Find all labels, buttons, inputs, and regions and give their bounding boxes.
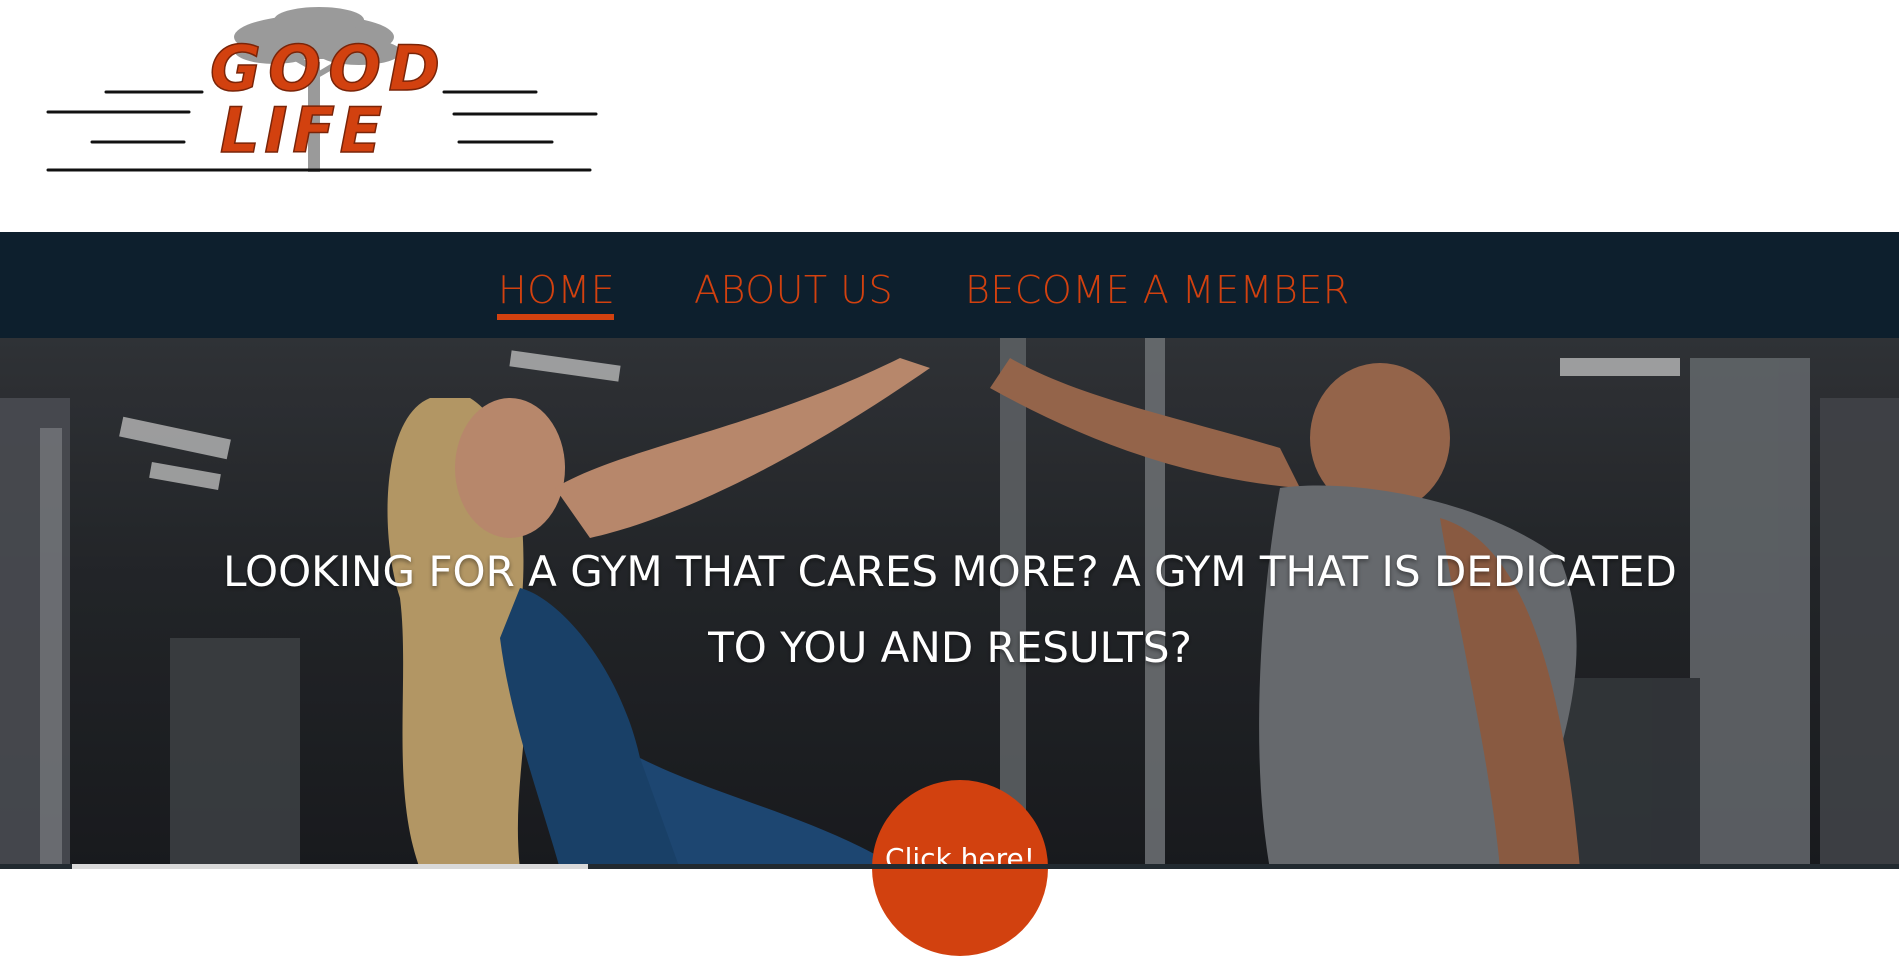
good-life-logo[interactable]: GOOD LIFE: [44, 2, 604, 177]
main-navigation: HOME ABOUT US BECOME A MEMBER: [0, 232, 1899, 338]
nav-about-us-link[interactable]: ABOUT US: [694, 268, 893, 312]
site-header: GOOD LIFE: [0, 0, 1899, 232]
active-nav-indicator: [497, 314, 614, 320]
logo-graphic: GOOD LIFE: [46, 7, 598, 172]
logo-text-life: LIFE: [220, 94, 396, 167]
hero-headline-line-2: TO YOU AND RESULTS?: [708, 623, 1192, 672]
nav-home-link[interactable]: HOME: [498, 268, 615, 312]
bottom-edge-highlight: [72, 864, 588, 869]
nav-become-a-member-link[interactable]: BECOME A MEMBER: [965, 268, 1350, 312]
click-here-label: Click here!: [885, 842, 1035, 875]
hero-headline-line-1: LOOKING FOR A GYM THAT CARES MORE? A GYM…: [223, 547, 1677, 596]
hero-headline: LOOKING FOR A GYM THAT CARES MORE? A GYM…: [140, 534, 1760, 686]
